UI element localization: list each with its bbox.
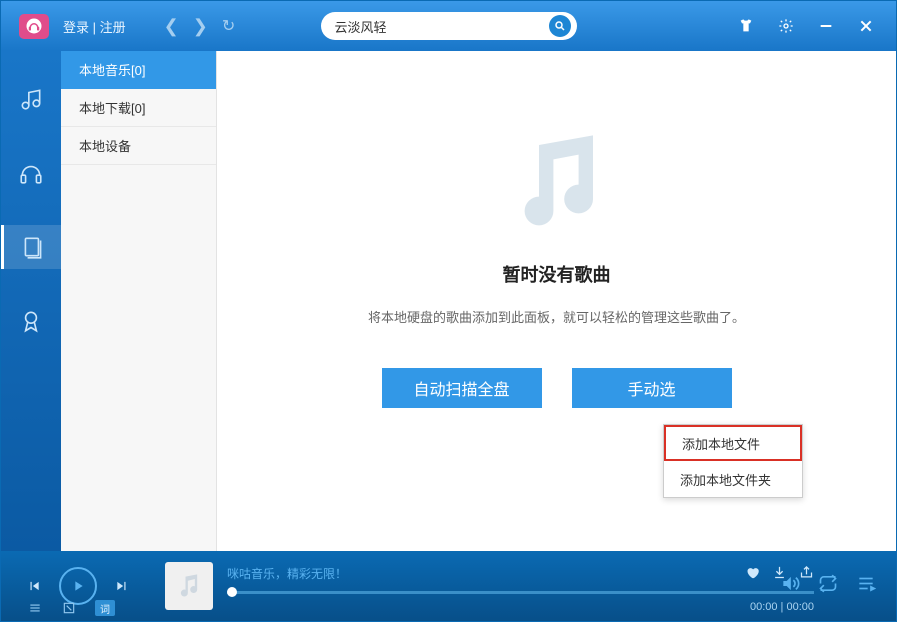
loop-icon [818, 574, 838, 594]
login-link[interactable]: 登录 [63, 20, 89, 35]
settings-button[interactable] [778, 18, 794, 34]
gear-icon [778, 18, 794, 34]
sidebar-item-label: 本地音乐[0] [79, 60, 145, 79]
sidebar-item-local-device[interactable]: 本地设备 [61, 127, 216, 165]
time-display: 00:00 | 00:00 [750, 601, 814, 613]
skin-button[interactable] [738, 18, 754, 34]
vnav-listen[interactable] [1, 151, 61, 195]
lyric-button[interactable]: 词 [95, 600, 115, 616]
vnav-music[interactable] [1, 77, 61, 121]
search-icon [554, 20, 566, 32]
manual-select-button[interactable]: 手动选 [572, 368, 732, 408]
award-icon [18, 308, 44, 334]
time-current: 00:00 [750, 601, 778, 613]
list-icon [28, 601, 42, 615]
empty-state-icon [497, 121, 617, 241]
search-box [321, 12, 577, 40]
playlist-mini-button[interactable] [27, 600, 43, 616]
prev-button[interactable] [27, 579, 41, 593]
menu-add-file[interactable]: 添加本地文件 [664, 425, 802, 461]
loop-button[interactable] [818, 574, 838, 599]
empty-description: 将本地硬盘的歌曲添加到此面板，就可以轻松的管理这些歌曲了。 [368, 307, 745, 326]
app-window: 登录 | 注册 ❮ ❯ ↻ 本地音乐 [0, 0, 897, 622]
lyric-label: 词 [100, 601, 110, 616]
menu-item-label: 添加本地文件 [682, 434, 760, 453]
shirt-icon [738, 18, 754, 34]
time-total: 00:00 [786, 601, 814, 613]
search-input[interactable] [335, 19, 549, 34]
headphone-logo-icon [25, 17, 43, 35]
screen-mini-button[interactable] [61, 600, 77, 616]
nav-back-button[interactable]: ❮ [164, 16, 179, 37]
minimize-button[interactable] [818, 18, 834, 34]
headphone-icon [18, 160, 44, 186]
register-link[interactable]: 注册 [100, 20, 126, 35]
next-button[interactable] [115, 579, 129, 593]
empty-title: 暂时没有歌曲 [503, 261, 611, 287]
vnav-library[interactable] [1, 225, 61, 269]
sidebar-item-local-music[interactable]: 本地音乐[0] [61, 51, 216, 89]
sidebar-item-local-download[interactable]: 本地下载[0] [61, 89, 216, 127]
screen-icon [62, 601, 76, 615]
window-controls [738, 18, 896, 34]
main-panel: 暂时没有歌曲 将本地硬盘的歌曲添加到此面板，就可以轻松的管理这些歌曲了。 自动扫… [217, 51, 896, 551]
next-icon [115, 579, 129, 593]
nav-forward-button[interactable]: ❯ [193, 16, 208, 37]
nav-arrows: ❮ ❯ ↻ [164, 16, 236, 37]
progress-handle[interactable] [227, 587, 237, 597]
album-art [165, 562, 213, 610]
prev-icon [27, 579, 41, 593]
mini-controls: 词 [27, 600, 115, 616]
auto-scan-button[interactable]: 自动扫描全盘 [382, 368, 542, 408]
queue-icon [856, 574, 876, 594]
music-note-small-icon [175, 572, 203, 600]
manual-select-menu: 添加本地文件 添加本地文件夹 [663, 424, 803, 498]
menu-add-folder[interactable]: 添加本地文件夹 [664, 461, 802, 497]
player-bar: 词 咪咕音乐，精彩无限！ 00:00 | 00:00 [1, 551, 896, 621]
music-note-large-icon [497, 121, 617, 241]
now-playing-text: 咪咕音乐，精彩无限！ [227, 565, 347, 582]
left-list: 本地音乐[0] 本地下载[0] 本地设备 [61, 51, 217, 551]
inner-content: 本地音乐[0] 本地下载[0] 本地设备 暂时没有歌曲 将本地硬盘的歌曲添加到此… [61, 51, 896, 551]
heart-icon [745, 565, 760, 580]
library-icon [20, 234, 46, 260]
app-logo [19, 14, 49, 39]
menu-item-label: 添加本地文件夹 [680, 470, 771, 489]
volume-button[interactable] [780, 574, 800, 599]
auth-divider: | [89, 20, 100, 35]
progress-bar[interactable] [227, 591, 814, 594]
nav-refresh-button[interactable]: ↻ [222, 16, 235, 36]
sidebar-item-label: 本地设备 [79, 136, 131, 155]
body: 本地音乐[0] 本地下载[0] 本地设备 暂时没有歌曲 将本地硬盘的歌曲添加到此… [1, 51, 896, 551]
queue-button[interactable] [856, 574, 876, 599]
sidebar-item-label: 本地下载[0] [79, 98, 145, 117]
top-bar: 登录 | 注册 ❮ ❯ ↻ [1, 1, 896, 51]
close-button[interactable] [858, 18, 874, 34]
vnav-award[interactable] [1, 299, 61, 343]
play-icon [70, 578, 86, 594]
search-button[interactable] [549, 15, 571, 37]
volume-icon [780, 574, 800, 594]
minimize-icon [818, 18, 834, 34]
action-buttons: 自动扫描全盘 手动选 [382, 368, 732, 408]
vertical-nav [1, 51, 61, 551]
close-icon [858, 18, 874, 34]
music-note-icon [18, 86, 44, 112]
favorite-button[interactable] [745, 565, 760, 585]
auth-links: 登录 | 注册 [63, 17, 126, 36]
right-player-controls [780, 574, 876, 599]
